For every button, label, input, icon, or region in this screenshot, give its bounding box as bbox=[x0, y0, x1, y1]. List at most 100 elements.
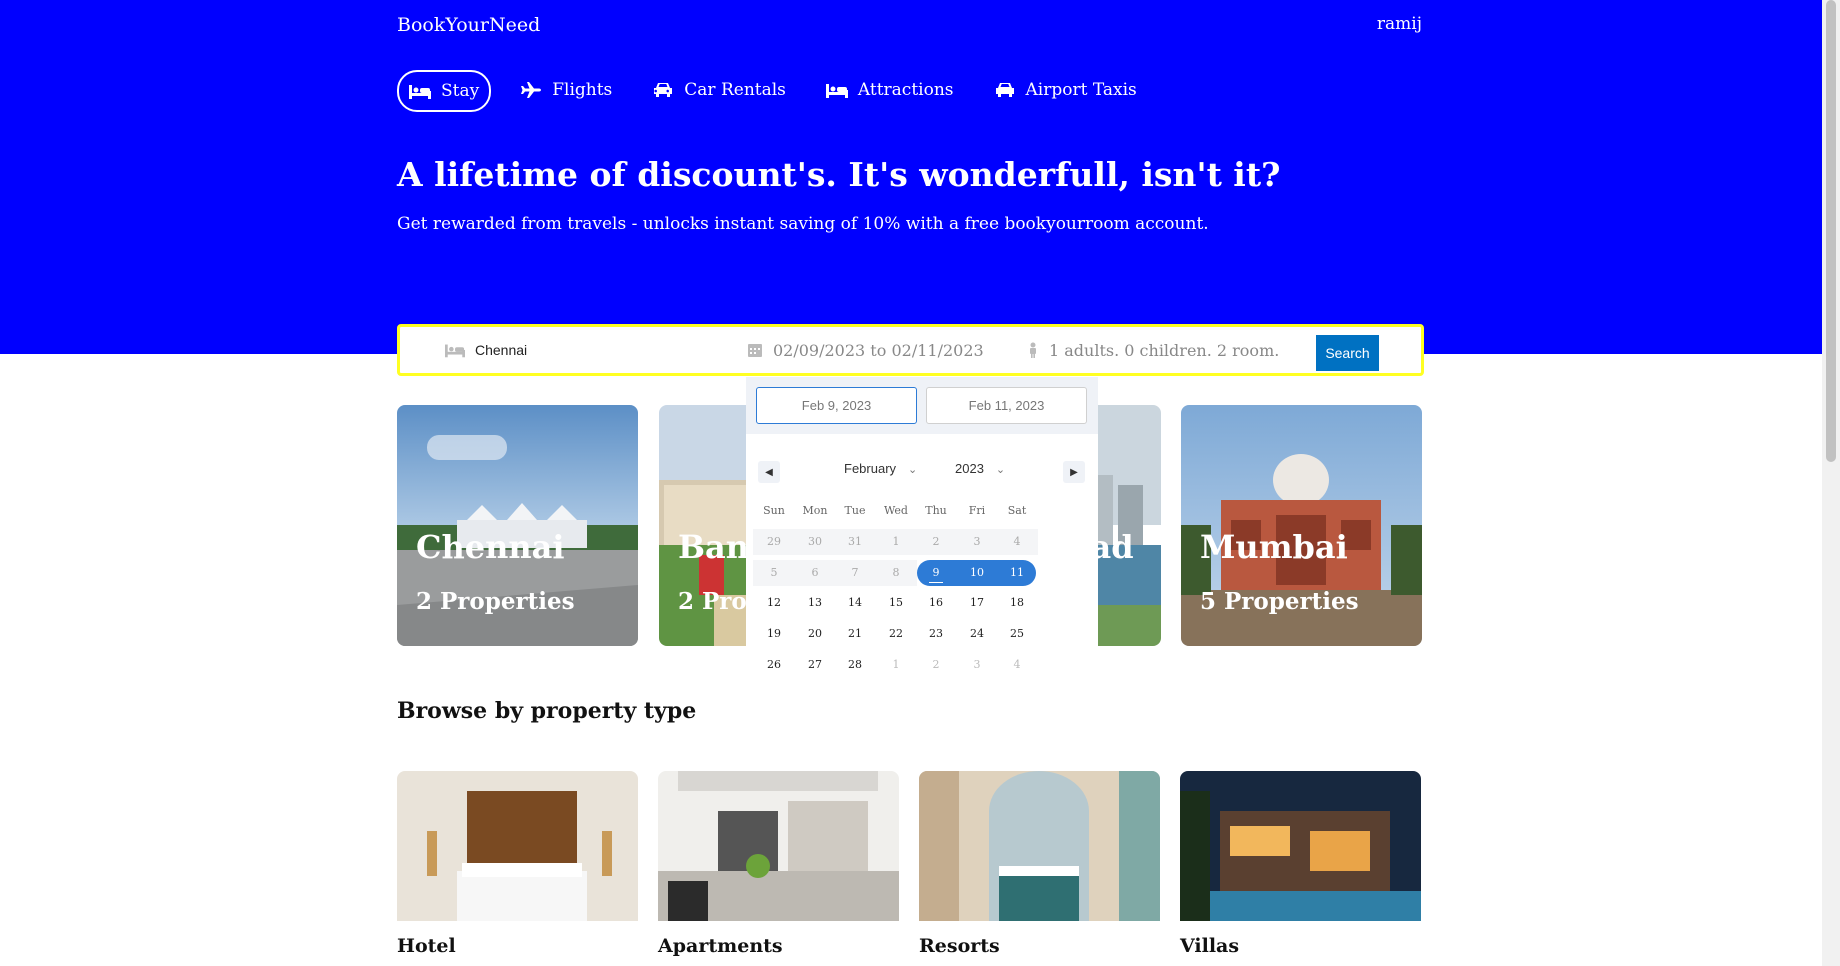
weekday-label: Thu bbox=[925, 504, 947, 517]
calendar-day[interactable]: 16 bbox=[915, 590, 957, 616]
city-name: Mumbai bbox=[1200, 528, 1348, 566]
calendar-day: 1 bbox=[875, 529, 917, 555]
tab-car-rentals-label: Car Rentals bbox=[684, 80, 786, 100]
bed-icon bbox=[445, 344, 465, 358]
property-type-villas[interactable]: Villas bbox=[1180, 771, 1421, 957]
calendar-day: 30 bbox=[794, 529, 836, 555]
year-value: 2023 bbox=[955, 461, 984, 476]
property-type-label: Apartments bbox=[658, 935, 783, 957]
calendar-day[interactable]: 4 bbox=[996, 652, 1038, 678]
caret-right-icon: ▶ bbox=[1070, 466, 1078, 478]
calendar-day[interactable]: 25 bbox=[996, 621, 1038, 647]
weekday-label: Tue bbox=[844, 504, 866, 517]
calendar-day: 8 bbox=[875, 560, 917, 586]
villas-photo bbox=[1180, 771, 1421, 921]
calendar-day[interactable]: 20 bbox=[794, 621, 836, 647]
calendar-day[interactable]: 26 bbox=[753, 652, 795, 678]
weekday-label: Sat bbox=[1007, 504, 1027, 517]
city-card-chennai[interactable]: Chennai 2 Properties bbox=[397, 405, 638, 646]
property-type-label: Resorts bbox=[919, 935, 1000, 957]
tab-car-rentals[interactable]: Car Rentals bbox=[641, 70, 797, 110]
nav-tabs: Stay Flights Car Rentals Attractions Air… bbox=[397, 70, 1166, 112]
tab-attractions-label: Attractions bbox=[857, 80, 954, 100]
calendar-day[interactable]: 27 bbox=[794, 652, 836, 678]
calendar-day[interactable]: 1 bbox=[875, 652, 917, 678]
month-value: February bbox=[844, 461, 897, 476]
search-button[interactable]: Search bbox=[1316, 335, 1379, 371]
calendar-day[interactable]: 22 bbox=[875, 621, 917, 647]
scrollbar-thumb[interactable] bbox=[1826, 0, 1836, 462]
calendar-day[interactable]: 2 bbox=[915, 652, 957, 678]
start-date-input[interactable]: Feb 9, 2023 bbox=[756, 387, 917, 424]
calendar-day[interactable]: 12 bbox=[753, 590, 795, 616]
property-type-label: Villas bbox=[1180, 935, 1240, 957]
calendar-day: 2 bbox=[915, 529, 957, 555]
property-type-resorts[interactable]: Resorts bbox=[919, 771, 1160, 957]
calendar-day[interactable]: 23 bbox=[915, 621, 957, 647]
calendar-day[interactable]: 24 bbox=[956, 621, 998, 647]
calendar-day[interactable]: 13 bbox=[794, 590, 836, 616]
weekday-label: Fri bbox=[968, 504, 986, 517]
destination-field[interactable]: Chennai bbox=[445, 327, 527, 373]
brand-logo[interactable]: BookYourNeed bbox=[397, 14, 540, 36]
date-picker-inputs: Feb 9, 2023 Feb 11, 2023 bbox=[746, 377, 1098, 434]
tab-attractions[interactable]: Attractions bbox=[815, 70, 965, 110]
tab-flights[interactable]: Flights bbox=[509, 70, 623, 110]
date-picker-popup: Feb 9, 2023 Feb 11, 2023 ◀ February ⌄ 202… bbox=[746, 377, 1098, 707]
weekday-label: Sun bbox=[763, 504, 785, 517]
calendar-day[interactable]: 21 bbox=[834, 621, 876, 647]
calendar-day[interactable]: 28 bbox=[834, 652, 876, 678]
property-type-apartments[interactable]: Apartments bbox=[658, 771, 899, 957]
search-bar: Chennai 02/09/2023 to 02/11/2023 1 adult… bbox=[397, 324, 1424, 376]
calendar-day[interactable]: 17 bbox=[956, 590, 998, 616]
end-date-input[interactable]: Feb 11, 2023 bbox=[926, 387, 1087, 424]
guests-field[interactable]: 1 adults. 0 children. 2 room. bbox=[1027, 327, 1279, 373]
calendar-day[interactable]: 11 bbox=[996, 560, 1038, 586]
calendar-day[interactable]: 18 bbox=[996, 590, 1038, 616]
resorts-photo bbox=[919, 771, 1160, 921]
taxi-icon bbox=[995, 83, 1014, 97]
date-range-text[interactable]: 02/09/2023 to 02/11/2023 bbox=[773, 341, 984, 360]
bed-icon bbox=[825, 84, 848, 98]
hotel-photo bbox=[397, 771, 638, 921]
hero-description: Get rewarded from travels - unlocks inst… bbox=[397, 214, 1209, 234]
person-icon bbox=[1030, 342, 1036, 358]
weekday-label: Wed bbox=[884, 504, 908, 517]
tab-stay[interactable]: Stay bbox=[397, 70, 492, 112]
property-type-hotel[interactable]: Hotel bbox=[397, 771, 638, 957]
calendar-day: 7 bbox=[834, 560, 876, 586]
prev-month-button[interactable]: ◀ bbox=[758, 461, 780, 483]
city-card-mumbai[interactable]: Mumbai 5 Properties bbox=[1181, 405, 1422, 646]
calendar-day: 31 bbox=[834, 529, 876, 555]
calendar-day: 6 bbox=[794, 560, 836, 586]
calendar-day[interactable]: 10 bbox=[956, 560, 998, 586]
chevron-down-icon: ⌄ bbox=[908, 464, 918, 476]
apartments-photo bbox=[658, 771, 899, 921]
calendar-day: 29 bbox=[753, 529, 795, 555]
caret-left-icon: ◀ bbox=[765, 466, 773, 478]
calendar-day[interactable]: 9 bbox=[915, 560, 957, 586]
calendar-day[interactable]: 3 bbox=[956, 652, 998, 678]
guests-text[interactable]: 1 adults. 0 children. 2 room. bbox=[1049, 341, 1279, 360]
tab-airport-taxis[interactable]: Airport Taxis bbox=[983, 70, 1148, 110]
page-scrollbar[interactable] bbox=[1822, 0, 1840, 966]
destination-input[interactable]: Chennai bbox=[475, 342, 527, 358]
user-name[interactable]: ramij bbox=[1377, 14, 1422, 34]
calendar-day[interactable]: 15 bbox=[875, 590, 917, 616]
hero-title: A lifetime of discount's. It's wonderful… bbox=[397, 155, 1281, 194]
tab-airport-taxis-label: Airport Taxis bbox=[1025, 80, 1137, 100]
browse-title: Browse by property type bbox=[397, 698, 697, 724]
calendar-day: 3 bbox=[956, 529, 998, 555]
city-name: Chennai bbox=[416, 528, 565, 566]
calendar-day[interactable]: 19 bbox=[753, 621, 795, 647]
city-properties: 5 Properties bbox=[1200, 588, 1359, 615]
calendar-day: 5 bbox=[753, 560, 795, 586]
year-select[interactable]: 2023 ⌄ bbox=[955, 461, 1005, 476]
date-range-field[interactable]: 02/09/2023 to 02/11/2023 bbox=[747, 327, 984, 373]
next-month-button[interactable]: ▶ bbox=[1063, 461, 1085, 483]
navbar: BookYourNeed ramij bbox=[397, 12, 1422, 48]
chevron-down-icon: ⌄ bbox=[995, 464, 1006, 476]
tab-stay-label: Stay bbox=[441, 81, 480, 101]
calendar-day[interactable]: 14 bbox=[834, 590, 876, 616]
month-select[interactable]: February ⌄ bbox=[844, 461, 917, 476]
